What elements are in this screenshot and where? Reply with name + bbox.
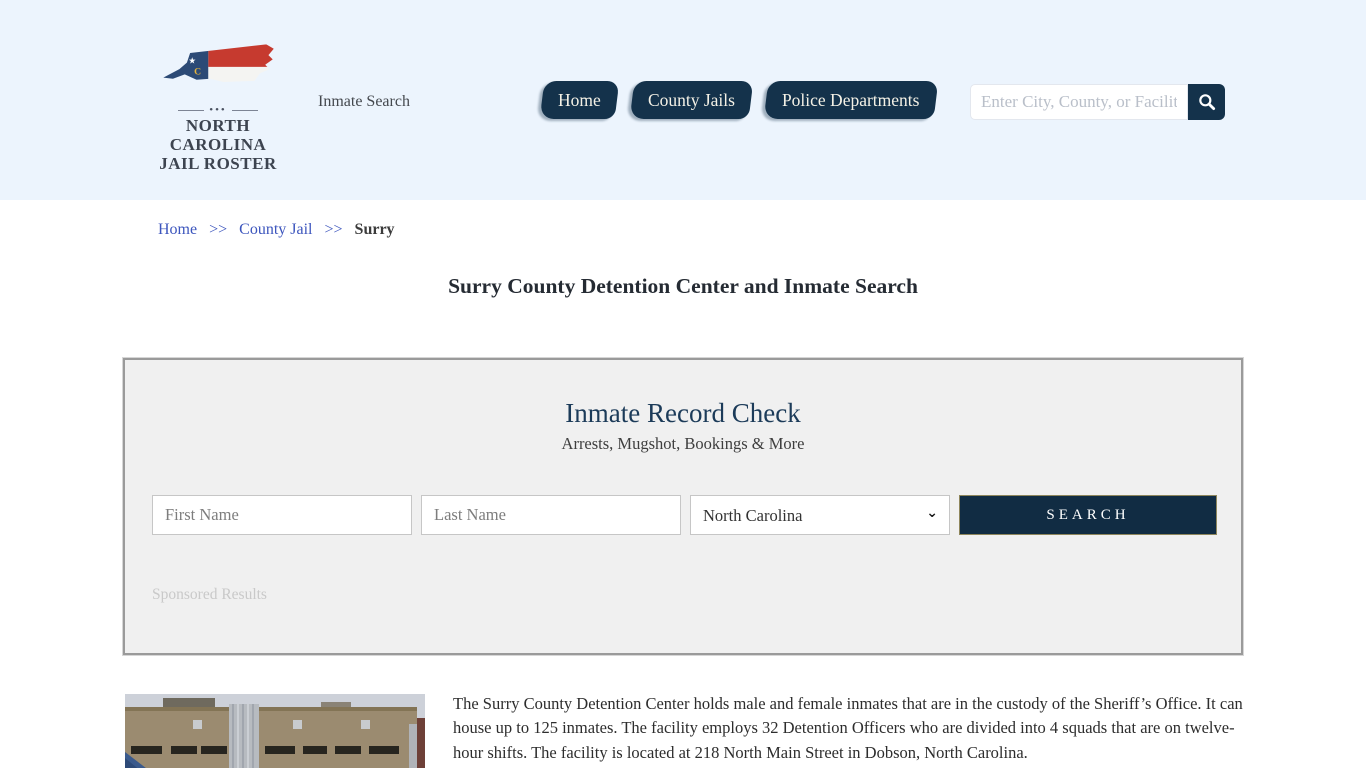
- breadcrumb: Home >> County Jail >> Surry: [158, 221, 395, 239]
- header: ★ C ••• NORTH CAROLINA JAIL ROSTER Inmat…: [0, 0, 1366, 200]
- facility-photo: [125, 694, 425, 768]
- breadcrumb-separator: >>: [209, 221, 228, 238]
- page: ★ C ••• NORTH CAROLINA JAIL ROSTER Inmat…: [0, 0, 1366, 768]
- header-search: [970, 84, 1225, 120]
- nc-state-flag-icon: ★ C: [163, 44, 274, 82]
- site-tagline: Inmate Search: [318, 93, 410, 110]
- nav-tab-police-departments-label: Police Departments: [781, 89, 920, 110]
- breadcrumb-home-link[interactable]: Home: [158, 221, 197, 238]
- main-nav: Home County Jails Police Departments: [539, 81, 938, 119]
- nav-tab-county-jails[interactable]: County Jails: [629, 81, 754, 119]
- last-name-input[interactable]: [421, 495, 681, 535]
- nav-tab-home-label: Home: [558, 89, 601, 110]
- detention-center-image: [125, 694, 425, 768]
- state-select-wrapper: North Carolina ⌄: [690, 495, 950, 535]
- state-select[interactable]: North Carolina: [690, 495, 950, 535]
- breadcrumb-separator: >>: [324, 221, 343, 238]
- site-logo[interactable]: ★ C ••• NORTH CAROLINA JAIL ROSTER: [143, 36, 293, 173]
- record-check-subtitle: Arrests, Mugshot, Bookings & More: [561, 434, 805, 453]
- first-name-input[interactable]: [152, 495, 412, 535]
- facility-description: The Surry County Detention Center holds …: [453, 694, 1243, 762]
- svg-text:C: C: [194, 66, 201, 77]
- header-search-input[interactable]: [970, 84, 1188, 120]
- page-title: Surry County Detention Center and Inmate…: [448, 274, 918, 298]
- logo-text-line2: JAIL ROSTER: [159, 154, 277, 173]
- record-search-button[interactable]: SEARCH: [959, 495, 1217, 535]
- breadcrumb-county-jail-link[interactable]: County Jail: [239, 221, 312, 238]
- inmate-record-check-panel: Inmate Record Check Arrests, Mugshot, Bo…: [122, 357, 1244, 656]
- sponsored-results-label: Sponsored Results: [152, 586, 267, 603]
- nav-tab-police-departments[interactable]: Police Departments: [763, 81, 938, 119]
- nav-tab-home[interactable]: Home: [539, 81, 620, 119]
- header-search-button[interactable]: [1188, 84, 1225, 120]
- search-icon: [1198, 94, 1215, 111]
- svg-text:★: ★: [188, 57, 196, 67]
- logo-divider: •••: [143, 105, 293, 116]
- nav-tab-county-jails-label: County Jails: [647, 89, 735, 110]
- breadcrumb-current: Surry: [354, 221, 395, 238]
- record-check-form: North Carolina ⌄ SEARCH: [152, 495, 1218, 535]
- record-check-title: Inmate Record Check: [565, 398, 801, 428]
- logo-text-line1: NORTH CAROLINA: [169, 116, 267, 154]
